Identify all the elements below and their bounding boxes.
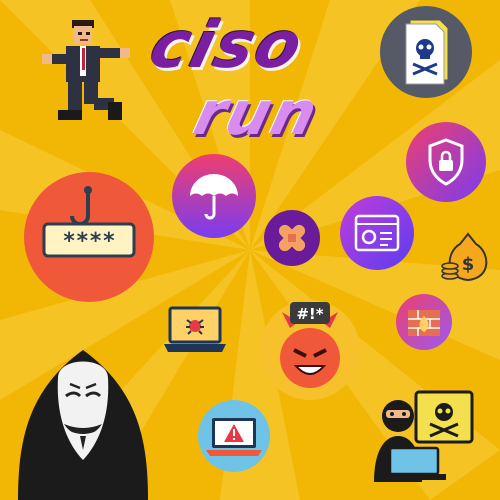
anonymous-hacker-icon[interactable] (8, 326, 158, 500)
game-title-line-2: run (187, 79, 326, 149)
malware-laptop-icon[interactable] (162, 304, 228, 356)
angry-devil-button[interactable]: #!* (260, 300, 360, 400)
phishing-password-button[interactable]: **** (24, 172, 154, 302)
umbrella-protection-button[interactable] (172, 154, 256, 238)
hook-password-icon: **** (42, 186, 136, 258)
game-screen: ciso run **** $ #!* (0, 0, 500, 500)
svg-text:$: $ (462, 254, 475, 275)
alert-laptop-button[interactable] (198, 400, 270, 472)
ransomware-hacker-icon[interactable] (370, 386, 482, 482)
devil-face-icon: #!* (280, 302, 340, 388)
warning-laptop-icon (206, 418, 262, 456)
skull-document-icon (405, 19, 449, 85)
security-shield-button[interactable] (406, 122, 486, 202)
shield-lock-icon (428, 138, 464, 186)
browser-gear-icon (354, 214, 400, 252)
patch-bandage-button[interactable] (264, 210, 320, 266)
web-settings-button[interactable] (340, 196, 414, 270)
running-businessman-sprite[interactable] (40, 18, 132, 133)
bandage-icon (278, 224, 306, 252)
umbrella-icon (190, 174, 238, 220)
password-mask-text: **** (63, 229, 116, 254)
fire-wall-icon (408, 310, 440, 336)
devil-speech-text: #!* (296, 305, 323, 323)
game-title-line-1: ciso (142, 9, 312, 83)
toxic-document-button[interactable] (380, 6, 472, 98)
money-bag-icon[interactable]: $ (440, 228, 496, 288)
firewall-button[interactable] (396, 294, 452, 350)
